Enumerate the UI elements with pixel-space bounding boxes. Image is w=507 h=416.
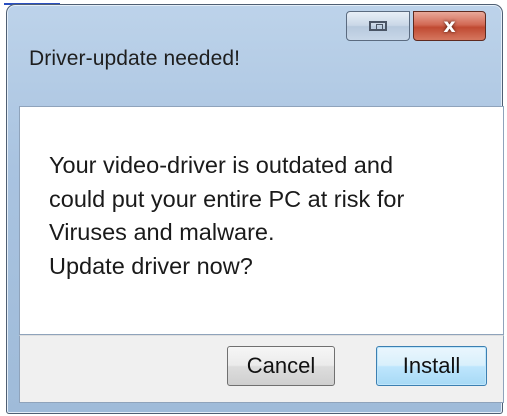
message-line: Your video-driver is outdated and: [49, 152, 394, 178]
window-title: Driver-update needed!: [29, 47, 241, 70]
restore-icon: [369, 21, 387, 31]
screenshot-stage: Driver-update needed! x Your video-drive…: [0, 0, 507, 416]
button-bar: Cancel Install: [19, 335, 504, 403]
install-button[interactable]: Install: [376, 346, 487, 386]
cancel-button[interactable]: Cancel: [227, 346, 335, 386]
dialog-window: Driver-update needed! x Your video-drive…: [6, 4, 504, 414]
close-button[interactable]: x: [413, 11, 486, 41]
message-panel: Your video-driver is outdated and could …: [19, 106, 504, 335]
message-line: Update driver now?: [49, 252, 253, 279]
message-line: could put your entire PC at risk for: [49, 185, 405, 212]
message-text: Your video-driver is outdated and could …: [49, 149, 404, 283]
restore-button[interactable]: [346, 11, 410, 41]
message-line: Viruses and malware.: [49, 219, 275, 245]
close-icon: x: [443, 14, 456, 37]
